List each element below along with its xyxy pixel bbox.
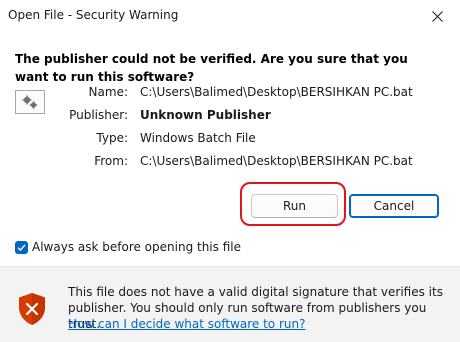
application-gears-icon: [15, 90, 45, 114]
name-label: Name:: [88, 85, 128, 99]
cancel-button[interactable]: Cancel: [349, 194, 439, 218]
detail-row-from: From: C:\Users\Balimed\Desktop\BERSIHKAN…: [60, 152, 450, 170]
always-ask-checkbox[interactable]: [15, 240, 28, 254]
title-bar: Open File - Security Warning: [0, 0, 460, 32]
publisher-label: Publisher:: [69, 108, 128, 122]
type-value: Windows Batch File: [140, 131, 256, 145]
checkmark-icon: [17, 243, 26, 251]
warning-panel: This file does not have a valid digital …: [0, 267, 460, 342]
security-shield-x-icon: [19, 293, 45, 325]
security-question: The publisher could not be verified. Are…: [15, 52, 408, 84]
type-label: Type:: [96, 131, 128, 145]
detail-row-publisher: Publisher: Unknown Publisher: [60, 106, 450, 124]
detail-row-type: Type: Windows Batch File: [60, 129, 450, 147]
from-label: From:: [94, 154, 128, 168]
publisher-value: Unknown Publisher: [140, 108, 271, 122]
always-ask-label: Always ask before opening this file: [32, 240, 241, 254]
run-button[interactable]: Run: [251, 194, 338, 218]
always-ask-option[interactable]: Always ask before opening this file: [15, 238, 241, 256]
detail-row-name: Name: C:\Users\Balimed\Desktop\BERSIHKAN…: [60, 83, 450, 101]
close-icon: [431, 10, 443, 22]
window-title: Open File - Security Warning: [8, 8, 179, 22]
help-link[interactable]: How can I decide what software to run?: [68, 316, 305, 332]
name-value: C:\Users\Balimed\Desktop\BERSIHKAN PC.ba…: [140, 85, 413, 99]
close-button[interactable]: [414, 0, 460, 32]
from-value: C:\Users\Balimed\Desktop\BERSIHKAN PC.ba…: [140, 154, 413, 168]
